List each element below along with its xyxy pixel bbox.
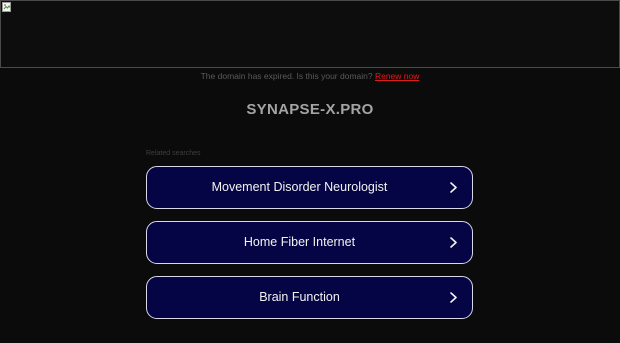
related-search-label: Brain Function [259,290,340,304]
domain-title: SYNAPSE-X.PRO [246,101,374,118]
related-search-button[interactable]: Brain Function [146,276,473,319]
banner-image[interactable] [0,0,620,68]
parked-domain-page: The domain has expired. Is this your dom… [0,0,620,343]
chevron-right-icon [450,292,457,303]
domain-expired-text: The domain has expired. Is this your dom… [200,71,373,81]
related-search-button[interactable]: Movement Disorder Neurologist [146,166,473,209]
related-searches-label: Related searches [146,150,201,157]
chevron-right-icon [450,182,457,193]
domain-expired-notice: The domain has expired. Is this your dom… [0,71,620,81]
renew-now-link[interactable]: Renew now [375,71,419,81]
related-search-button[interactable]: Home Fiber Internet [146,221,473,264]
related-search-label: Movement Disorder Neurologist [211,180,388,194]
chevron-right-icon [450,237,457,248]
broken-image-icon [2,2,11,12]
related-search-label: Home Fiber Internet [243,235,356,249]
